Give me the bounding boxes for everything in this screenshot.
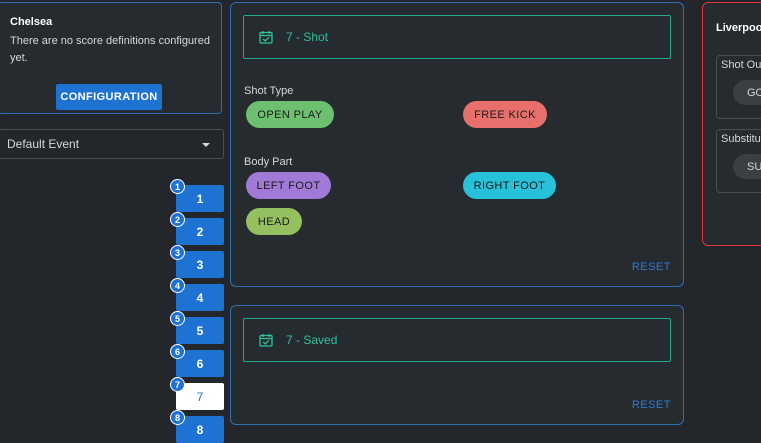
substitution-label: Substitut (721, 133, 761, 145)
event-number-badge: 4 (170, 278, 185, 293)
away-team-card: Liverpool Shot Out GO Substitut SU (702, 2, 761, 246)
event-number-badge: 6 (170, 344, 185, 359)
event-number-badge: 7 (170, 377, 185, 392)
configuration-button[interactable]: CONFIGURATION (56, 84, 162, 110)
chip-left-foot[interactable]: LEFT FOOT (246, 172, 331, 199)
event-number-badge: 8 (170, 410, 185, 425)
event-select-value: Default Event (7, 137, 80, 151)
calendar-check-icon (259, 334, 273, 347)
shot-event-panel: 7 - Shot Shot Type OPEN PLAY FREE KICK B… (230, 2, 684, 287)
substitution-chip[interactable]: SU (733, 154, 761, 179)
shot-reset-button[interactable]: RESET (632, 261, 671, 273)
chevron-down-icon (202, 143, 210, 147)
chip-free-kick[interactable]: FREE KICK (463, 101, 547, 128)
event-number-badge: 1 (170, 179, 185, 194)
saved-reset-button[interactable]: RESET (632, 399, 671, 411)
event-number-badge: 5 (170, 311, 185, 326)
home-team-name: Chelsea (10, 16, 53, 28)
body-part-label: Body Part (244, 156, 293, 168)
event-select[interactable]: Default Event (0, 129, 224, 159)
calendar-check-icon (259, 31, 273, 44)
event-number-badge: 2 (170, 212, 185, 227)
home-team-message: There are no score definitions configure… (10, 35, 210, 64)
home-team-card: Chelsea There are no score definitions c… (0, 2, 222, 114)
shot-type-label: Shot Type (244, 85, 294, 97)
saved-event-panel: 7 - Saved RESET (230, 305, 684, 425)
shot-out-chip[interactable]: GO (733, 80, 761, 105)
shot-event-title: 7 - Shot (286, 30, 329, 44)
away-team-name: Liverpool (716, 22, 761, 34)
chip-open-play[interactable]: OPEN PLAY (246, 101, 334, 128)
chip-head[interactable]: HEAD (246, 208, 302, 235)
substitution-group: Substitut SU (716, 129, 761, 193)
saved-event-header[interactable]: 7 - Saved (243, 318, 671, 362)
shot-out-label: Shot Out (721, 59, 761, 71)
chip-right-foot[interactable]: RIGHT FOOT (463, 172, 556, 199)
shot-event-header[interactable]: 7 - Shot (243, 15, 671, 59)
event-number-badge: 3 (170, 245, 185, 260)
shot-out-group: Shot Out GO (716, 55, 761, 119)
saved-event-title: 7 - Saved (286, 333, 338, 347)
